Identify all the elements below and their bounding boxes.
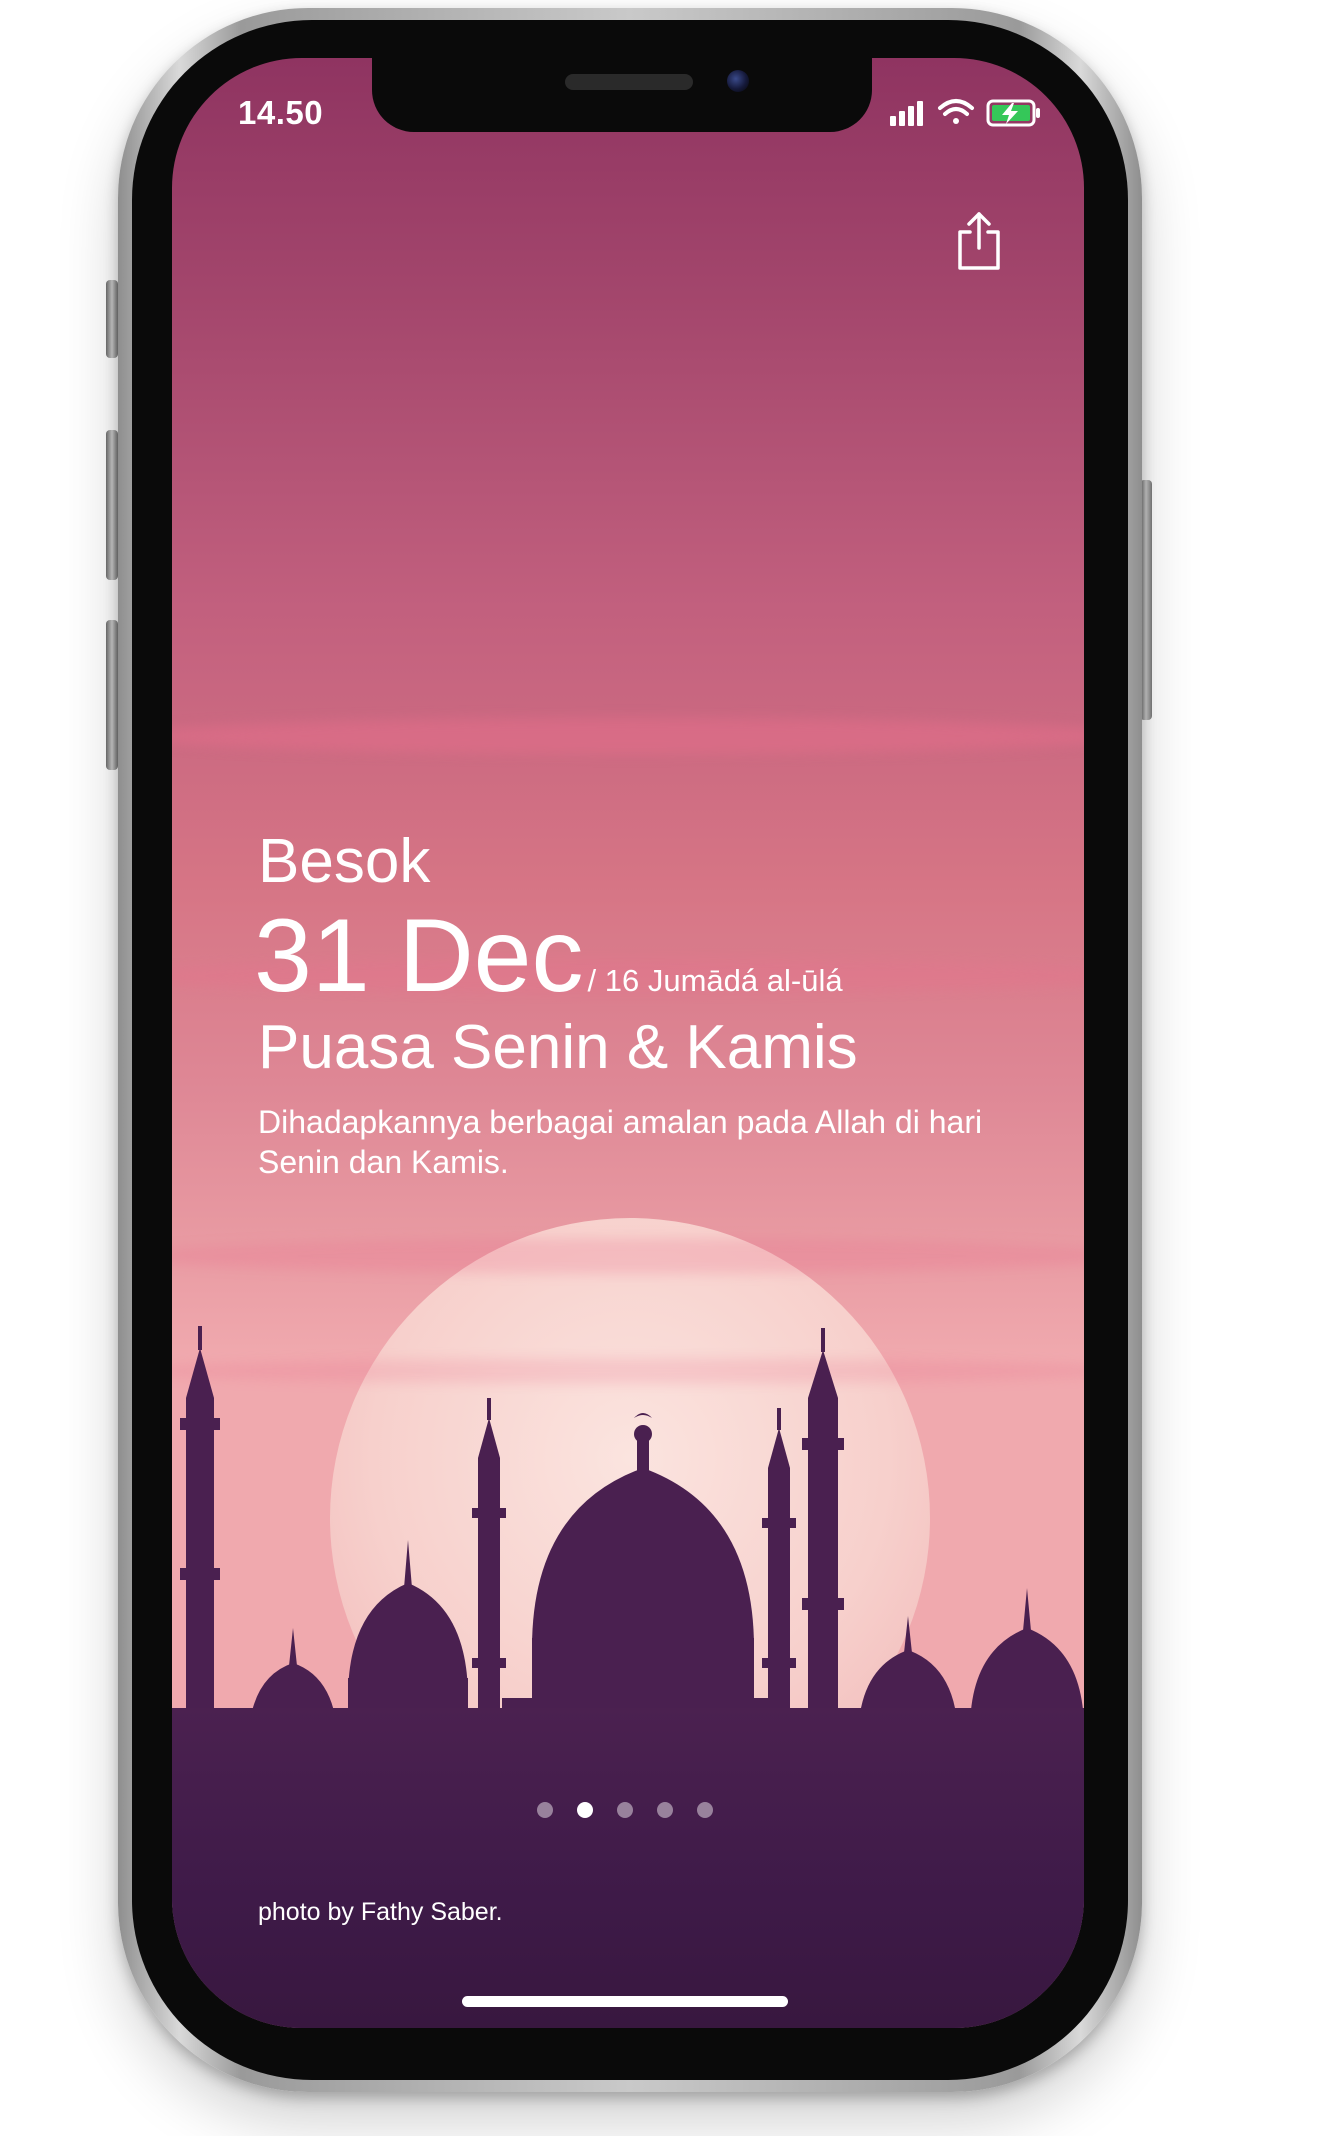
ground (172, 1708, 1084, 2028)
share-button[interactable] (952, 210, 1006, 274)
status-icons (890, 99, 1040, 127)
home-indicator[interactable] (462, 1996, 788, 2007)
photo-credit: photo by Fathy Saber. (258, 1898, 503, 1926)
volume-up-button (106, 430, 118, 580)
page-dot[interactable] (577, 1802, 593, 1818)
signal-icon (890, 101, 923, 126)
event-description: Dihadapkannya berbagai amalan pada Allah… (258, 1104, 983, 1180)
day-label: Besok (258, 827, 431, 896)
app-screenshot: 14.50 Besok 31 Dec/ 16 Jumādá al-ūlá Pua… (0, 0, 1328, 2136)
sky-haze (172, 718, 1084, 754)
page-dot[interactable] (617, 1802, 633, 1818)
page-dot[interactable] (697, 1802, 713, 1818)
speaker-grille (565, 74, 693, 90)
sky-haze (172, 1238, 1084, 1274)
wifi-icon (938, 99, 974, 124)
notch (372, 58, 872, 132)
hijri-date: / 16 Jumādá al-ūlá (587, 963, 843, 998)
date-row: 31 Dec/ 16 Jumādá al-ūlá (254, 904, 843, 1008)
page-dot[interactable] (537, 1802, 553, 1818)
event-title: Puasa Senin & Kamis (258, 1013, 858, 1082)
status-time: 14.50 (238, 94, 324, 131)
page-dot[interactable] (657, 1802, 673, 1818)
volume-down-button (106, 620, 118, 770)
silent-switch (106, 280, 118, 358)
page-indicator[interactable] (537, 1802, 713, 1818)
battery-charging-icon (986, 99, 1040, 127)
share-icon (958, 212, 1000, 270)
front-camera (727, 70, 749, 92)
gregorian-date: 31 Dec (254, 898, 584, 1014)
